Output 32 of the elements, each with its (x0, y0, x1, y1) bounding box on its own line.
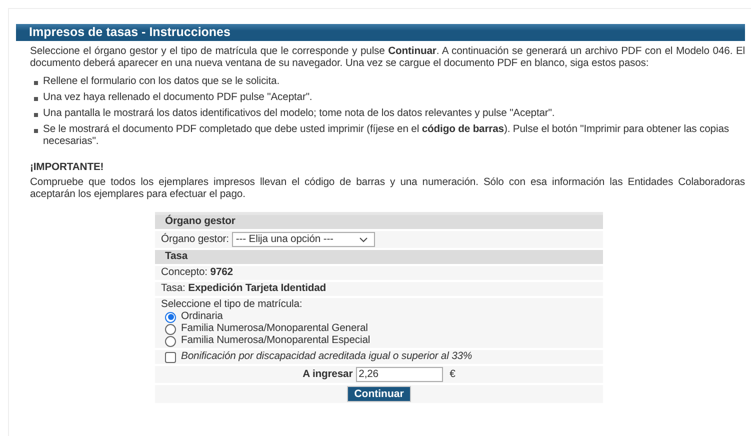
currency-text: € (450, 368, 456, 380)
step-text: Se le mostrará el documento PDF completado que debe usted imprimir (fíjese en el código de barras). Pulse el botón "Imprimir para obtener las copias necesarias". (43, 124, 730, 148)
bullet-icon (34, 113, 38, 117)
option-label: Familia Numerosa/Monoparental Especial (181, 335, 370, 347)
checkbox[interactable] (165, 352, 176, 362)
fee-text: Tasa: Expedición Tarjeta Identidad (161, 283, 326, 295)
radio-button[interactable] (165, 336, 176, 346)
important-text: Compruebe que todos los ejemplares impresos llevan el código de barras y una numeración. Sólo con esa información las Entidades Colaboradoras aceptarán los ejemplares para efectuar el pago. (30, 177, 745, 201)
bullet-icon (34, 81, 38, 85)
chevron-icon (358, 236, 368, 242)
concept-text: Concepto: 9762 (161, 267, 233, 279)
radio-button[interactable] (165, 312, 176, 322)
option-label: Ordinaria (181, 311, 223, 323)
option-label: Familia Numerosa/Monoparental General (181, 323, 368, 335)
step-text: Una vez haya rellenado el documento PDF pulse "Aceptar". (43, 92, 312, 104)
field-label: Órgano gestor: (161, 234, 229, 246)
bullet-icon (34, 129, 38, 133)
bullet-icon (34, 97, 38, 101)
amount-field[interactable]: 2,26 (356, 367, 443, 382)
intro-text: Seleccione el órgano gestor y el tipo de matrícula que le corresponde y pulse Continuar. A continuación se generará un archivo PDF con el Modelo 046. El documento deberá aparecer en una nueva ventana de su navegador. Una vez se cargue el documento PDF en blanco, siga estos pasos: (30, 46, 745, 70)
section-heading: Tasa (155, 250, 603, 266)
important-heading: ¡IMPORTANTE! (30, 162, 105, 174)
step-text: Una pantalla le mostrará los datos identificativos del modelo; tome nota de los datos relevantes y pulse "Aceptar". (43, 108, 555, 120)
checkbox-label: Bonificación por discapacidad acreditada igual o superior al 33% (181, 351, 472, 363)
radio-button[interactable] (165, 324, 176, 334)
section-title: Impresos de tasas - Instrucciones (16, 24, 745, 41)
section-heading: Órgano gestor (155, 215, 603, 231)
organ-select[interactable]: --- Elija una opción --- (232, 232, 375, 247)
field-label: A ingresar (302, 368, 353, 380)
step-text: Rellene el formulario con los datos que se le solicita. (43, 76, 280, 88)
continue-button[interactable]: Continuar (347, 386, 411, 402)
field-label: Seleccione el tipo de matrícula: (161, 299, 304, 311)
